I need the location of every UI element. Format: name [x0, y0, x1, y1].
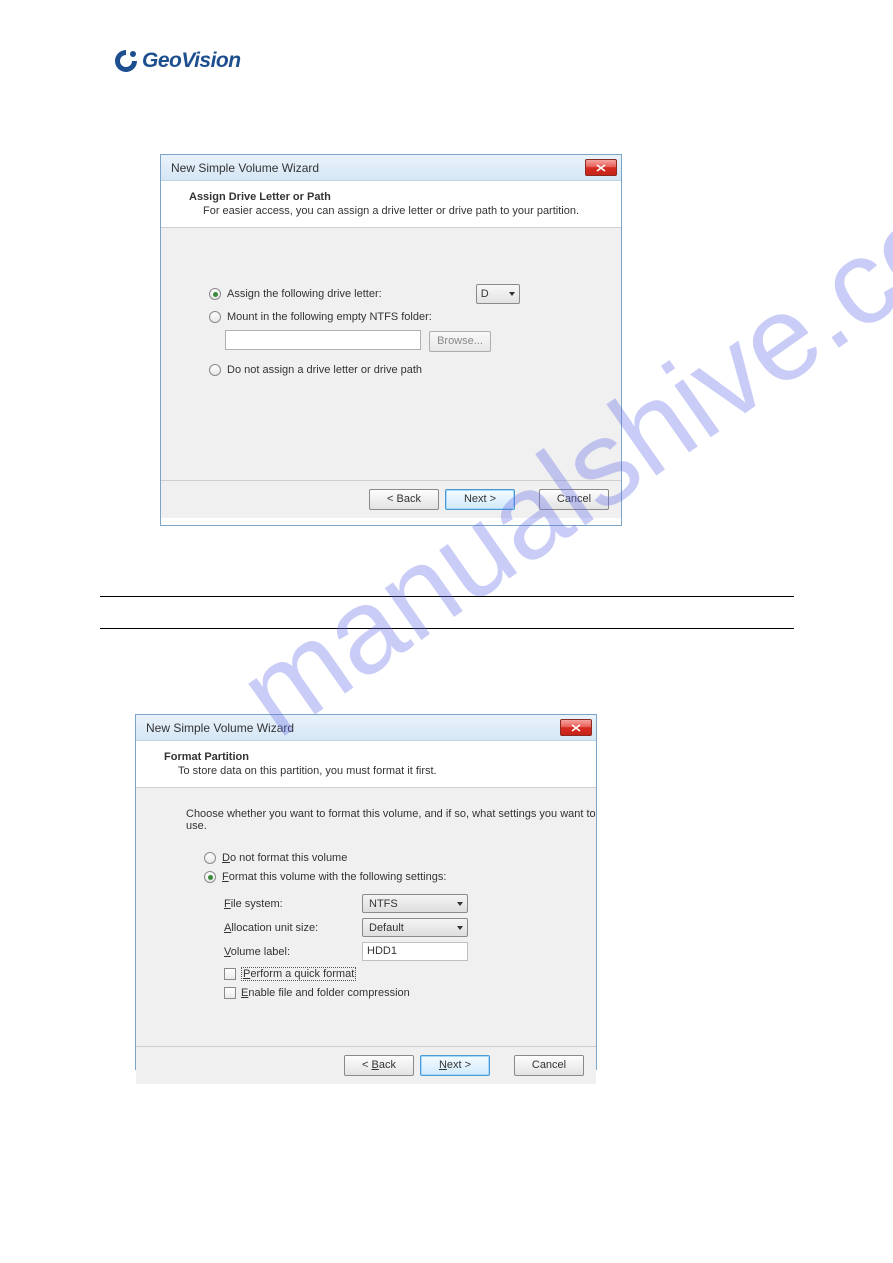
- allocation-unit-value: Default: [369, 922, 404, 934]
- format-prompt: Choose whether you want to format this v…: [136, 808, 596, 850]
- dialog-header: Format Partition To store data on this p…: [136, 741, 596, 788]
- cancel-button[interactable]: Cancel: [514, 1055, 584, 1076]
- close-button[interactable]: [560, 719, 592, 736]
- allocation-unit-label: Allocation unit size:: [224, 922, 362, 934]
- quick-format-row: Perform a quick format: [136, 967, 596, 981]
- radio-no-assign-label: Do not assign a drive letter or drive pa…: [227, 364, 422, 376]
- radio-mount-folder-row: Mount in the following empty NTFS folder…: [161, 309, 621, 325]
- quick-format-checkbox[interactable]: [224, 968, 236, 980]
- chevron-down-icon: [457, 926, 463, 930]
- titlebar: New Simple Volume Wizard: [161, 155, 621, 181]
- allocation-unit-dropdown[interactable]: Default: [362, 918, 468, 937]
- back-button[interactable]: < Back: [344, 1055, 414, 1076]
- radio-mount-folder-label: Mount in the following empty NTFS folder…: [227, 311, 432, 323]
- divider: [100, 596, 794, 597]
- compression-label: Enable file and folder compression: [241, 987, 410, 999]
- format-partition-dialog: New Simple Volume Wizard Format Partitio…: [135, 714, 597, 1070]
- dialog-title: New Simple Volume Wizard: [171, 161, 585, 175]
- header-subtitle: To store data on this partition, you mus…: [164, 765, 572, 777]
- dialog-body: Assign the following drive letter: D Mou…: [161, 228, 621, 480]
- drive-letter-dropdown[interactable]: D: [476, 284, 520, 304]
- geovision-logo: GeoVision: [113, 48, 241, 74]
- divider: [100, 628, 794, 629]
- cancel-button[interactable]: Cancel: [539, 489, 609, 510]
- dialog-body: Choose whether you want to format this v…: [136, 788, 596, 1046]
- close-icon: [596, 164, 606, 172]
- compression-checkbox[interactable]: [224, 987, 236, 999]
- header-title: Assign Drive Letter or Path: [189, 191, 597, 203]
- dialog-title: New Simple Volume Wizard: [146, 721, 560, 735]
- dialog-header: Assign Drive Letter or Path For easier a…: [161, 181, 621, 228]
- radio-no-assign[interactable]: [209, 364, 221, 376]
- volume-label-input[interactable]: HDD1: [362, 942, 468, 961]
- compression-row: Enable file and folder compression: [136, 987, 596, 999]
- close-icon: [571, 724, 581, 732]
- dialog-footer: < Back Next > Cancel: [136, 1046, 596, 1084]
- dialog-footer: < Back Next > Cancel: [161, 480, 621, 518]
- radio-format[interactable]: [204, 871, 216, 883]
- radio-format-label: Format this volume with the following se…: [222, 871, 446, 883]
- file-system-row: File system: NTFS: [224, 894, 596, 913]
- radio-assign-letter[interactable]: [209, 288, 221, 300]
- file-system-value: NTFS: [369, 898, 398, 910]
- volume-label-label: Volume label:: [224, 946, 362, 958]
- next-button[interactable]: Next >: [445, 489, 515, 510]
- radio-do-not-format-label: Do not format this volume: [222, 852, 347, 864]
- header-title: Format Partition: [164, 751, 572, 763]
- titlebar: New Simple Volume Wizard: [136, 715, 596, 741]
- allocation-unit-row: Allocation unit size: Default: [224, 918, 596, 937]
- chevron-down-icon: [509, 292, 515, 296]
- close-button[interactable]: [585, 159, 617, 176]
- header-subtitle: For easier access, you can assign a driv…: [189, 205, 597, 217]
- assign-drive-letter-dialog: New Simple Volume Wizard Assign Drive Le…: [160, 154, 622, 526]
- radio-do-not-format[interactable]: [204, 852, 216, 864]
- quick-format-label: Perform a quick format: [241, 967, 356, 981]
- file-system-dropdown[interactable]: NTFS: [362, 894, 468, 913]
- radio-format-row: Format this volume with the following se…: [136, 869, 596, 885]
- file-system-label: File system:: [224, 898, 362, 910]
- mount-path-input[interactable]: [225, 330, 421, 350]
- drive-letter-value: D: [481, 288, 489, 300]
- radio-do-not-format-row: Do not format this volume: [136, 850, 596, 866]
- radio-no-assign-row: Do not assign a drive letter or drive pa…: [161, 362, 621, 378]
- logo-text: GeoVision: [142, 49, 241, 73]
- radio-assign-letter-label: Assign the following drive letter:: [227, 288, 382, 300]
- back-button[interactable]: < Back: [369, 489, 439, 510]
- radio-assign-letter-row: Assign the following drive letter: D: [161, 282, 621, 306]
- next-button[interactable]: Next >: [420, 1055, 490, 1076]
- logo-mark-icon: [113, 48, 139, 74]
- format-settings: File system: NTFS Allocation unit size: …: [136, 888, 596, 961]
- browse-button[interactable]: Browse...: [429, 331, 491, 352]
- radio-mount-folder[interactable]: [209, 311, 221, 323]
- chevron-down-icon: [457, 902, 463, 906]
- volume-label-row: Volume label: HDD1: [224, 942, 596, 961]
